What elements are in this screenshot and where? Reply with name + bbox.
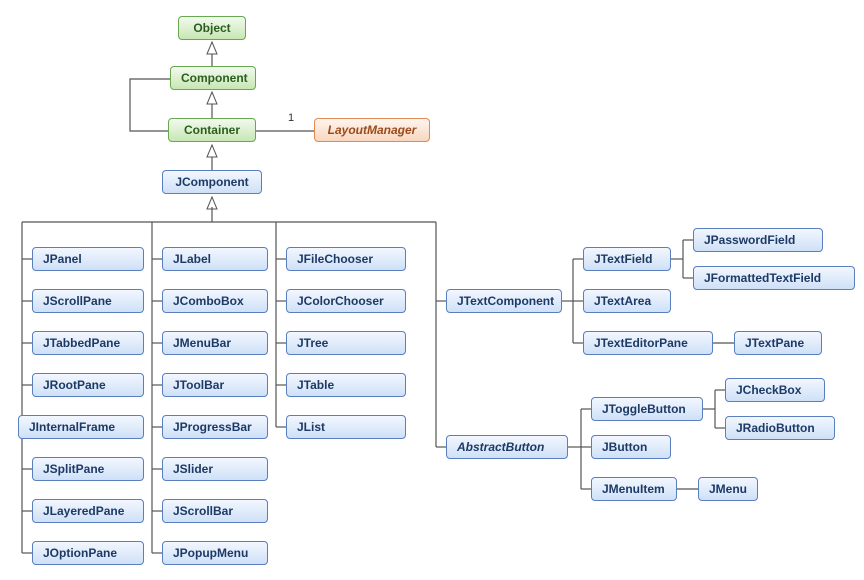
class-jtextarea: JTextArea [583,289,671,313]
class-jcheckbox: JCheckBox [725,378,825,402]
class-jtabbedpane: JTabbedPane [32,331,144,355]
class-jtable: JTable [286,373,406,397]
class-container: Container [168,118,256,142]
class-layoutmanager: LayoutManager [314,118,430,142]
class-component: Component [170,66,256,90]
class-jtextpane: JTextPane [734,331,822,355]
class-jtextcomponent: JTextComponent [446,289,562,313]
class-jcomponent: JComponent [162,170,262,194]
class-jtogglebutton: JToggleButton [591,397,703,421]
class-jformattedtextfield: JFormattedTextField [693,266,855,290]
class-abstractbutton: AbstractButton [446,435,568,459]
class-jtexteditorpane: JTextEditorPane [583,331,713,355]
class-object: Object [178,16,246,40]
class-jfilechooser: JFileChooser [286,247,406,271]
class-jcolorchooser: JColorChooser [286,289,406,313]
class-jsplitpane: JSplitPane [32,457,144,481]
class-jmenu: JMenu [698,477,758,501]
class-jscrollpane: JScrollPane [32,289,144,313]
class-jradiobutton: JRadioButton [725,416,835,440]
class-jlayeredpane: JLayeredPane [32,499,144,523]
class-jmenubar: JMenuBar [162,331,268,355]
class-jtoolbar: JToolBar [162,373,268,397]
multiplicity-1: 1 [288,112,294,124]
class-jmenuitem: JMenuItem [591,477,677,501]
class-jinternalframe: JInternalFrame [18,415,144,439]
class-jprogressbar: JProgressBar [162,415,268,439]
class-jslider: JSlider [162,457,268,481]
class-jcombobox: JComboBox [162,289,268,313]
class-jtextfield: JTextField [583,247,671,271]
class-jpopupmenu: JPopupMenu [162,541,268,565]
class-jbutton: JButton [591,435,671,459]
class-jpasswordfield: JPasswordField [693,228,823,252]
uml-diagram: Object Component Container LayoutManager… [0,0,864,580]
class-jrootpane: JRootPane [32,373,144,397]
class-jlabel: JLabel [162,247,268,271]
class-joptionpane: JOptionPane [32,541,144,565]
class-jpanel: JPanel [32,247,144,271]
class-jlist: JList [286,415,406,439]
class-jscrollbar: JScrollBar [162,499,268,523]
class-jtree: JTree [286,331,406,355]
